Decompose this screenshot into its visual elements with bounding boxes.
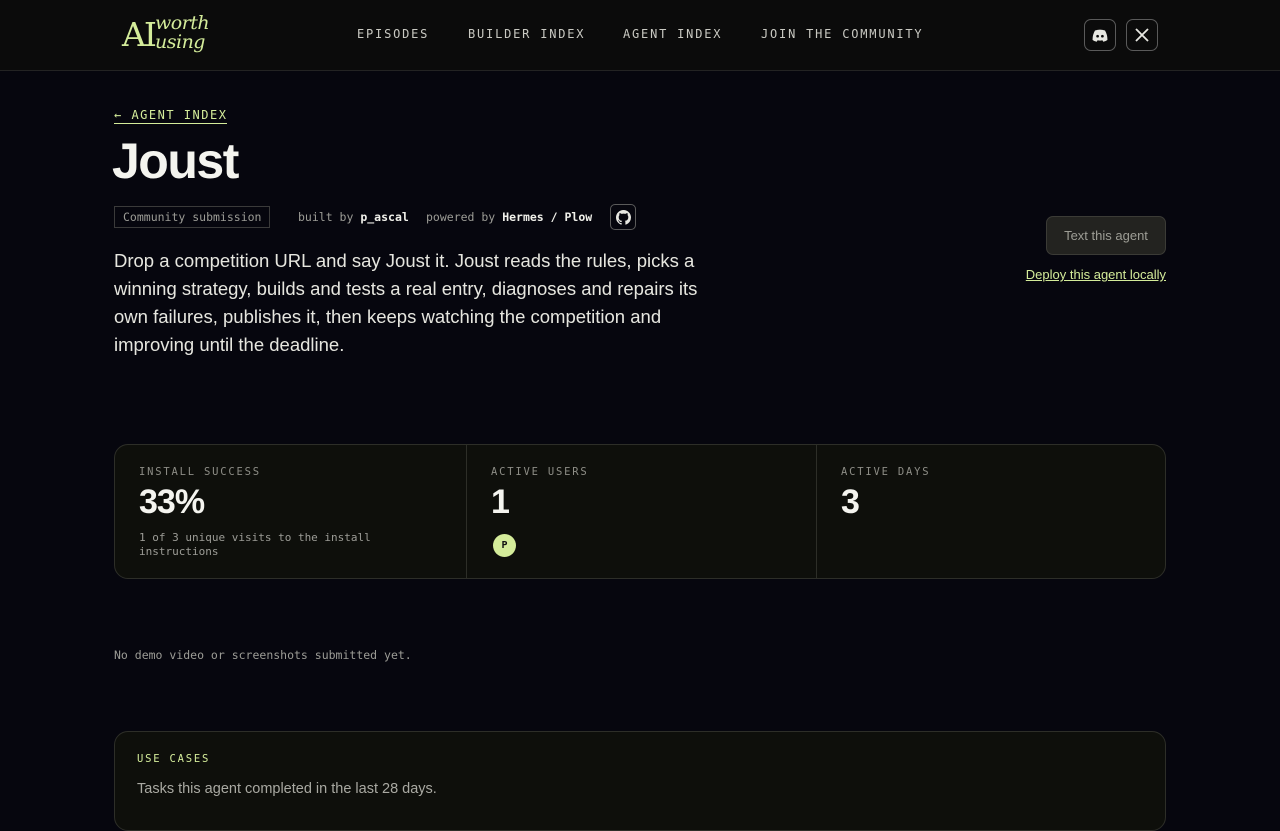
builder-name[interactable]: p_ascal	[360, 210, 408, 224]
stat-install-success: INSTALL SUCCESS 33% 1 of 3 unique visits…	[115, 445, 466, 578]
x-twitter-button[interactable]	[1126, 19, 1158, 51]
back-to-agent-index[interactable]: ← AGENT INDEX	[114, 108, 228, 124]
use-cases-subtitle: Tasks this agent completed in the last 2…	[137, 781, 437, 797]
built-by-label: built by	[298, 210, 354, 224]
deploy-locally-link[interactable]: Deploy this agent locally	[1026, 267, 1166, 282]
nav-join-community[interactable]: JOIN THE COMMUNITY	[761, 27, 923, 41]
powered-by: powered by Hermes / Plow	[426, 210, 592, 224]
powered-by-value: Hermes / Plow	[502, 210, 593, 224]
use-cases-heading: USE CASES	[137, 753, 211, 765]
built-by: built by p_ascal	[298, 210, 409, 224]
stat-active-users: ACTIVE USERS 1 P	[466, 445, 816, 578]
nav-agent-index[interactable]: AGENT INDEX	[623, 27, 722, 41]
top-navbar: AI worth using EPISODES BUILDER INDEX AG…	[0, 0, 1280, 71]
logo-ai: AI	[122, 15, 157, 54]
stat-label: INSTALL SUCCESS	[139, 466, 261, 478]
stat-label: ACTIVE USERS	[491, 466, 589, 478]
agent-description: Drop a competition URL and say Joust it.…	[114, 250, 698, 355]
discord-icon	[1092, 29, 1108, 42]
logo-using: using	[155, 31, 205, 53]
discord-button[interactable]	[1084, 19, 1116, 51]
stat-label: ACTIVE DAYS	[841, 466, 931, 478]
github-icon	[615, 209, 631, 225]
nav-episodes[interactable]: EPISODES	[357, 27, 429, 41]
text-agent-button[interactable]: Text this agent	[1046, 216, 1166, 255]
github-button[interactable]	[610, 204, 636, 230]
no-media-note: No demo video or screenshots submitted y…	[114, 648, 412, 662]
stat-value: 3	[841, 483, 860, 521]
x-icon	[1135, 28, 1149, 42]
use-cases-card: USE CASES Tasks this agent completed in …	[114, 731, 1166, 831]
stat-value: 1	[491, 483, 510, 521]
stats-card: INSTALL SUCCESS 33% 1 of 3 unique visits…	[114, 444, 1166, 579]
powered-by-label: powered by	[426, 210, 496, 224]
nav-builder-index[interactable]: BUILDER INDEX	[468, 27, 585, 41]
avatar[interactable]: P	[493, 534, 516, 557]
stat-active-days: ACTIVE DAYS 3	[816, 445, 1165, 578]
site-logo[interactable]: AI worth using	[122, 12, 214, 60]
stat-value: 33%	[139, 483, 205, 521]
stat-subtext: 1 of 3 unique visits to the install inst…	[139, 531, 371, 558]
agent-title: Joust	[112, 133, 239, 189]
submission-tag: Community submission	[114, 206, 271, 228]
